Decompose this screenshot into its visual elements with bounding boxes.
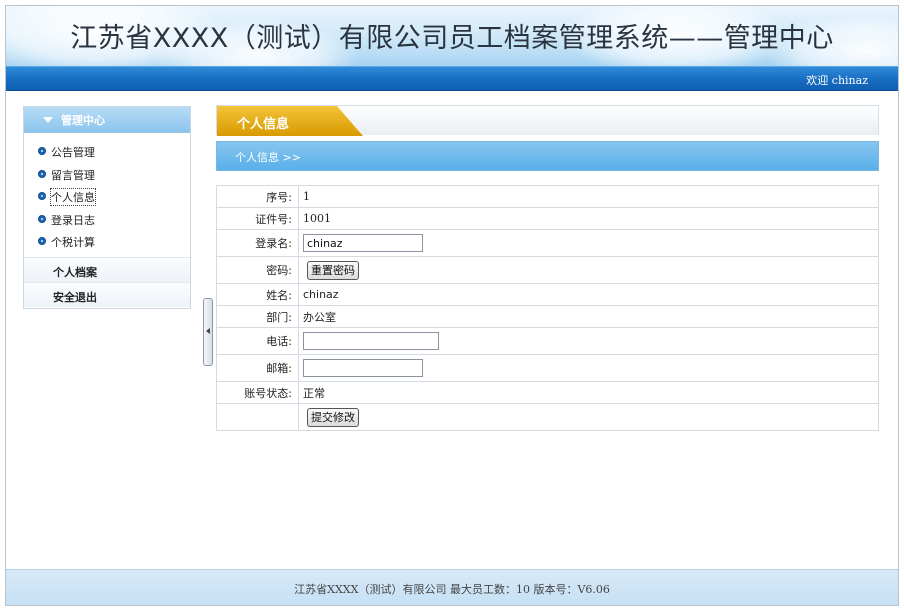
- sidebar-item-announcements[interactable]: 公告管理: [24, 142, 190, 165]
- top-nav-bar: 欢迎 chinaz: [6, 66, 898, 91]
- form-row-cert: 证件号: 1001: [216, 207, 879, 230]
- bullet-icon: [38, 147, 46, 155]
- caret-down-icon: [43, 117, 53, 123]
- field-label: 账号状态:: [216, 381, 299, 404]
- seq-value: 1: [298, 185, 879, 208]
- sidebar-item-label: 公告管理: [51, 146, 95, 159]
- form-row-phone: 电话:: [216, 327, 879, 355]
- form-row-submit: 提交修改: [216, 403, 879, 431]
- tab-label: 个人信息: [237, 117, 290, 132]
- section-header: 个人信息 >>: [216, 141, 879, 171]
- login-cell: [298, 229, 879, 257]
- field-label: 姓名:: [216, 283, 299, 306]
- sidebar-item-login-log[interactable]: 登录日志: [24, 210, 190, 233]
- bullet-icon: [38, 237, 46, 245]
- app-window: 江苏省XXXX（测试）有限公司员工档案管理系统——管理中心 欢迎 chinaz …: [5, 5, 899, 606]
- sidebar: 管理中心 公告管理 留言管理 个人信息 登录日志 个税计算 个人档案 安全退出: [23, 106, 191, 309]
- phone-input[interactable]: [303, 332, 439, 350]
- email-cell: [298, 354, 879, 382]
- bullet-icon: [38, 192, 46, 200]
- system-title: 江苏省XXXX（测试）有限公司员工档案管理系统——管理中心: [70, 23, 834, 54]
- bullet-icon: [38, 169, 46, 178]
- sidebar-item-tax-calc[interactable]: 个税计算: [24, 232, 190, 255]
- field-label: 证件号:: [216, 207, 299, 230]
- personal-info-form: 序号: 1 证件号: 1001 登录名: 密码: 重置密码 姓名:: [216, 185, 879, 431]
- sidebar-section-logout[interactable]: 安全退出: [24, 281, 190, 307]
- form-row-name: 姓名: chinaz: [216, 283, 879, 306]
- cert-value: 1001: [298, 207, 879, 230]
- sidebar-section-label: 安全退出: [53, 290, 97, 304]
- header-banner: 江苏省XXXX（测试）有限公司员工档案管理系统——管理中心: [6, 6, 898, 66]
- welcome-text: 欢迎 chinaz: [806, 74, 868, 87]
- form-row-email: 邮箱:: [216, 354, 879, 382]
- footer-text: 江苏省XXXX（测试）有限公司 最大员工数：10 版本号：V6.06: [294, 583, 610, 596]
- sidebar-collapse-handle[interactable]: [203, 298, 213, 366]
- field-label: 邮箱:: [216, 354, 299, 382]
- login-name-input[interactable]: [303, 234, 423, 252]
- main-panel: 个人信息 个人信息 >> 序号: 1 证件号: 1001 登录名: 密码:: [216, 105, 879, 432]
- field-label: 电话:: [216, 327, 299, 355]
- name-value: chinaz: [298, 283, 879, 306]
- form-row-seq: 序号: 1: [216, 185, 879, 208]
- form-row-dept: 部门: 办公室: [216, 305, 879, 328]
- field-label: 部门:: [216, 305, 299, 328]
- section-title: 个人信息 >>: [235, 151, 301, 164]
- password-cell: 重置密码: [298, 256, 879, 284]
- sidebar-item-label: 个人信息: [50, 188, 96, 206]
- form-row-login: 登录名:: [216, 229, 879, 257]
- field-label: 登录名:: [216, 229, 299, 257]
- account-status-value: 正常: [298, 381, 879, 404]
- submit-button[interactable]: 提交修改: [307, 407, 359, 427]
- sidebar-header[interactable]: 管理中心: [24, 107, 190, 133]
- submit-cell: 提交修改: [298, 403, 879, 431]
- sidebar-item-label: 登录日志: [51, 213, 95, 227]
- field-label: 密码:: [216, 256, 299, 284]
- phone-cell: [298, 327, 879, 355]
- sidebar-section-label: 个人档案: [53, 265, 97, 279]
- footer: 江苏省XXXX（测试）有限公司 最大员工数：10 版本号：V6.06: [6, 569, 898, 605]
- dept-value: 办公室: [298, 305, 879, 328]
- sidebar-item-personal-info[interactable]: 个人信息: [24, 187, 190, 210]
- field-label: 序号:: [216, 185, 299, 208]
- sidebar-item-label: 留言管理: [51, 168, 95, 182]
- sidebar-title: 管理中心: [61, 114, 105, 127]
- reset-password-button[interactable]: 重置密码: [307, 260, 359, 280]
- empty-cell: [216, 403, 299, 431]
- email-input[interactable]: [303, 359, 423, 377]
- form-row-password: 密码: 重置密码: [216, 256, 879, 284]
- sidebar-section-archive[interactable]: 个人档案: [24, 256, 190, 282]
- tab-personal-info[interactable]: 个人信息: [217, 106, 365, 136]
- form-row-status: 账号状态: 正常: [216, 381, 879, 404]
- chevron-left-icon: [206, 328, 210, 334]
- sidebar-item-label: 个税计算: [51, 236, 95, 249]
- sidebar-item-messages[interactable]: 留言管理: [24, 165, 190, 188]
- sidebar-menu: 公告管理 留言管理 个人信息 登录日志 个税计算: [24, 133, 190, 255]
- bullet-icon: [38, 214, 46, 223]
- tab-bar: 个人信息: [216, 105, 879, 136]
